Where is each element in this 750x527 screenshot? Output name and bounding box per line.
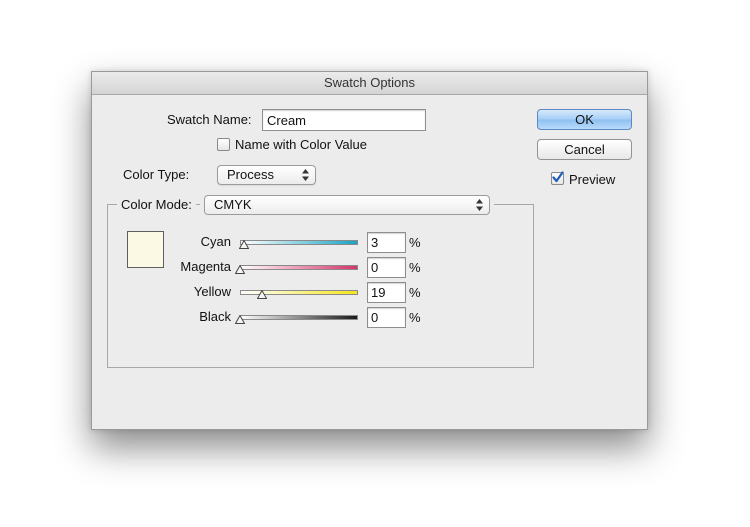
- slider-label: Yellow: [193, 284, 231, 299]
- black-ramp[interactable]: [240, 315, 358, 320]
- slider-value-field[interactable]: 0: [367, 307, 406, 328]
- ok-button[interactable]: OK: [537, 109, 632, 130]
- up-down-arrows-icon: [302, 169, 309, 181]
- name-with-color-value-label: Name with Color Value: [235, 137, 367, 152]
- percent-unit: %: [409, 285, 421, 300]
- preview-label: Preview: [569, 172, 616, 187]
- slider-row-black: Black 0 %: [92, 307, 647, 329]
- slider-row-cyan: Cyan 3 %: [92, 232, 647, 254]
- magenta-ramp[interactable]: [240, 265, 358, 270]
- percent-unit: %: [409, 310, 421, 325]
- slider-label: Cyan: [200, 234, 231, 249]
- window-title[interactable]: Swatch Options: [92, 72, 647, 95]
- swatch-name-input[interactable]: [262, 109, 426, 131]
- color-mode-label: Color Mode:: [117, 197, 196, 212]
- checkmark-icon: [552, 171, 564, 183]
- color-mode-popup[interactable]: CMYK: [204, 195, 490, 215]
- preview-checkbox[interactable]: [551, 171, 564, 185]
- slider-value-field[interactable]: 19: [367, 282, 406, 303]
- slider-value-field[interactable]: 3: [367, 232, 406, 253]
- up-down-arrows-icon: [476, 199, 483, 211]
- color-type-popup[interactable]: Process: [217, 165, 316, 185]
- percent-unit: %: [409, 235, 421, 250]
- slider-row-magenta: Magenta 0 %: [92, 257, 647, 279]
- slider-row-yellow: Yellow 19 %: [92, 282, 647, 304]
- color-type-value: Process: [227, 167, 274, 182]
- swatch-options-dialog: Swatch Options Swatch Name: Name with Co…: [91, 71, 648, 430]
- color-mode-value: CMYK: [214, 197, 252, 212]
- slider-label: Black: [199, 309, 231, 324]
- cancel-button[interactable]: Cancel: [537, 139, 632, 160]
- slider-thumb-icon[interactable]: [235, 315, 245, 324]
- color-type-label: Color Type:: [123, 167, 190, 182]
- cyan-ramp[interactable]: [240, 240, 358, 245]
- slider-thumb-icon[interactable]: [238, 240, 249, 249]
- slider-thumb-icon[interactable]: [235, 265, 245, 274]
- name-with-color-value-checkbox[interactable]: [217, 138, 230, 151]
- slider-label: Magenta: [180, 259, 231, 274]
- slider-thumb-icon[interactable]: [257, 290, 268, 299]
- percent-unit: %: [409, 260, 421, 275]
- swatch-name-label: Swatch Name:: [167, 112, 252, 127]
- slider-value-field[interactable]: 0: [367, 257, 406, 278]
